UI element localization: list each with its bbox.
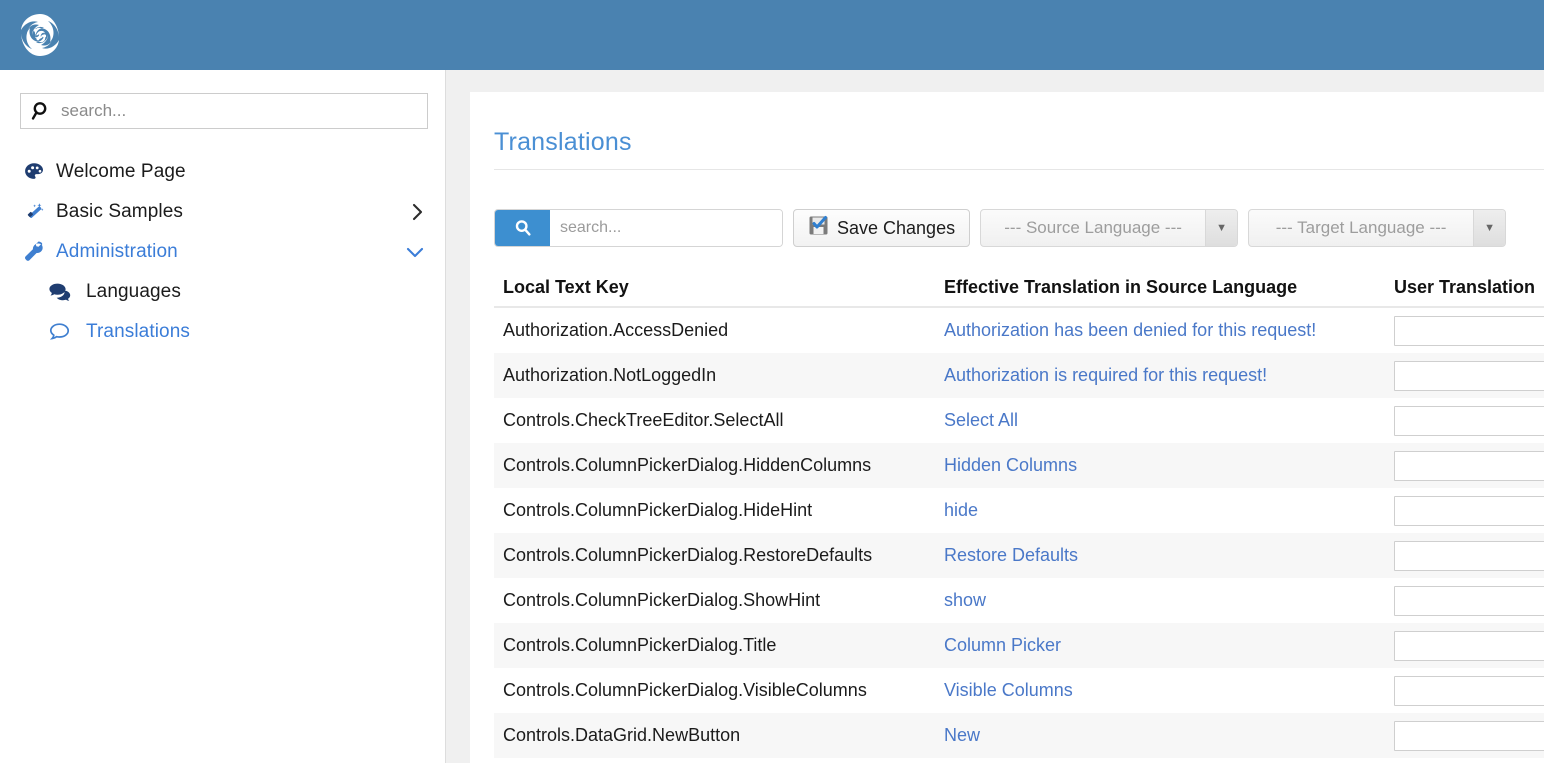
sidebar: Welcome Page Basic Samples [0, 70, 446, 763]
cell-user-translation [1394, 316, 1544, 346]
cell-effective-translation: hide [944, 500, 1394, 521]
sidebar-item-translations[interactable]: Translations [0, 312, 446, 352]
sidebar-item-label: Welcome Page [56, 161, 186, 183]
content-area: Translations [447, 70, 1544, 763]
sidebar-item-label: Administration [56, 241, 178, 263]
table-row: Controls.DateTimeEditor.SetToNownow [494, 758, 1544, 763]
cell-user-translation [1394, 406, 1544, 436]
cell-effective-translation: show [944, 590, 1394, 611]
user-translation-input[interactable] [1394, 541, 1544, 571]
user-translation-input[interactable] [1394, 496, 1544, 526]
sidebar-item-label: Basic Samples [56, 201, 183, 223]
user-translation-input[interactable] [1394, 451, 1544, 481]
table-row: Controls.ColumnPickerDialog.HideHinthide [494, 488, 1544, 533]
chevron-down-icon [406, 246, 424, 258]
chevron-right-icon [412, 203, 424, 221]
sidebar-search-input[interactable] [61, 101, 427, 121]
cell-local-text-key: Controls.DataGrid.NewButton [494, 725, 944, 746]
cell-user-translation [1394, 586, 1544, 616]
table-row: Controls.DataGrid.NewButtonNew [494, 713, 1544, 758]
user-translation-input[interactable] [1394, 586, 1544, 616]
sidebar-item-basic-samples[interactable]: Basic Samples [0, 192, 446, 232]
caret-down-icon[interactable]: ▼ [1473, 210, 1505, 246]
cell-effective-translation: Restore Defaults [944, 545, 1394, 566]
translations-panel: Translations [470, 92, 1544, 763]
cell-effective-translation: Authorization is required for this reque… [944, 365, 1394, 386]
grid-search-box[interactable] [494, 209, 783, 247]
target-language-value: --- Target Language --- [1249, 210, 1473, 246]
cell-user-translation [1394, 631, 1544, 661]
user-translation-input[interactable] [1394, 676, 1544, 706]
search-icon[interactable] [495, 210, 550, 246]
sidebar-nav-list: Welcome Page Basic Samples [0, 152, 446, 352]
table-body: Authorization.AccessDeniedAuthorization … [494, 308, 1544, 763]
floppy-save-icon [808, 215, 829, 241]
cell-user-translation [1394, 496, 1544, 526]
comments-filled-icon [48, 281, 86, 303]
magic-wand-icon [22, 200, 56, 224]
user-translation-input[interactable] [1394, 316, 1544, 346]
sidebar-item-label: Languages [86, 281, 181, 303]
column-header-user-translation[interactable]: User Translation [1394, 277, 1544, 306]
column-header-effective-translation[interactable]: Effective Translation in Source Language [944, 277, 1394, 306]
app-header-bar [0, 0, 1544, 70]
cell-local-text-key: Controls.ColumnPickerDialog.VisibleColum… [494, 680, 944, 701]
table-row: Controls.ColumnPickerDialog.TitleColumn … [494, 623, 1544, 668]
table-row: Controls.ColumnPickerDialog.RestoreDefau… [494, 533, 1544, 578]
translations-table: Local Text Key Effective Translation in … [494, 272, 1544, 763]
cell-local-text-key: Authorization.NotLoggedIn [494, 365, 944, 386]
user-translation-input[interactable] [1394, 721, 1544, 751]
cell-local-text-key: Authorization.AccessDenied [494, 320, 944, 341]
cell-effective-translation: Select All [944, 410, 1394, 431]
sidebar-item-label: Translations [86, 321, 190, 343]
page-title: Translations [494, 128, 632, 157]
column-header-local-text-key[interactable]: Local Text Key [494, 277, 944, 306]
cell-user-translation [1394, 676, 1544, 706]
toolbar: Save Changes --- Source Language --- ▼ -… [494, 209, 1506, 247]
table-header-row: Local Text Key Effective Translation in … [494, 272, 1544, 308]
save-changes-label: Save Changes [837, 218, 955, 239]
user-translation-input[interactable] [1394, 406, 1544, 436]
caret-down-icon[interactable]: ▼ [1205, 210, 1237, 246]
search-icon [21, 100, 61, 122]
table-row: Controls.ColumnPickerDialog.ShowHintshow [494, 578, 1544, 623]
cell-local-text-key: Controls.ColumnPickerDialog.HiddenColumn… [494, 455, 944, 476]
source-language-value: --- Source Language --- [981, 210, 1205, 246]
cell-user-translation [1394, 451, 1544, 481]
user-translation-input[interactable] [1394, 631, 1544, 661]
title-divider [494, 169, 1544, 170]
cell-effective-translation: Authorization has been denied for this r… [944, 320, 1394, 341]
sidebar-item-welcome-page[interactable]: Welcome Page [0, 152, 446, 192]
cell-local-text-key: Controls.ColumnPickerDialog.RestoreDefau… [494, 545, 944, 566]
user-translation-input[interactable] [1394, 361, 1544, 391]
table-row: Controls.ColumnPickerDialog.VisibleColum… [494, 668, 1544, 713]
cell-local-text-key: Controls.ColumnPickerDialog.Title [494, 635, 944, 656]
table-row: Controls.ColumnPickerDialog.HiddenColumn… [494, 443, 1544, 488]
cell-effective-translation: Visible Columns [944, 680, 1394, 701]
target-language-dropdown[interactable]: --- Target Language --- ▼ [1248, 209, 1506, 247]
sidebar-item-administration[interactable]: Administration [0, 232, 446, 272]
cell-local-text-key: Controls.ColumnPickerDialog.HideHint [494, 500, 944, 521]
comment-outline-icon [48, 321, 86, 343]
palette-icon [22, 160, 56, 184]
grid-search-input[interactable] [550, 210, 782, 246]
cell-local-text-key: Controls.ColumnPickerDialog.ShowHint [494, 590, 944, 611]
cell-local-text-key: Controls.CheckTreeEditor.SelectAll [494, 410, 944, 431]
sidebar-item-languages[interactable]: Languages [0, 272, 446, 312]
cell-effective-translation: Column Picker [944, 635, 1394, 656]
save-changes-button[interactable]: Save Changes [793, 209, 970, 247]
spiral-logo-icon[interactable] [16, 10, 64, 60]
cell-user-translation [1394, 721, 1544, 751]
app-root: Welcome Page Basic Samples [0, 0, 1544, 763]
sidebar-search-box[interactable] [20, 93, 428, 129]
table-row: Controls.CheckTreeEditor.SelectAllSelect… [494, 398, 1544, 443]
wrench-icon [22, 240, 56, 264]
source-language-dropdown[interactable]: --- Source Language --- ▼ [980, 209, 1238, 247]
cell-user-translation [1394, 361, 1544, 391]
cell-effective-translation: Hidden Columns [944, 455, 1394, 476]
table-row: Authorization.NotLoggedInAuthorization i… [494, 353, 1544, 398]
cell-user-translation [1394, 541, 1544, 571]
table-row: Authorization.AccessDeniedAuthorization … [494, 308, 1544, 353]
cell-effective-translation: New [944, 725, 1394, 746]
